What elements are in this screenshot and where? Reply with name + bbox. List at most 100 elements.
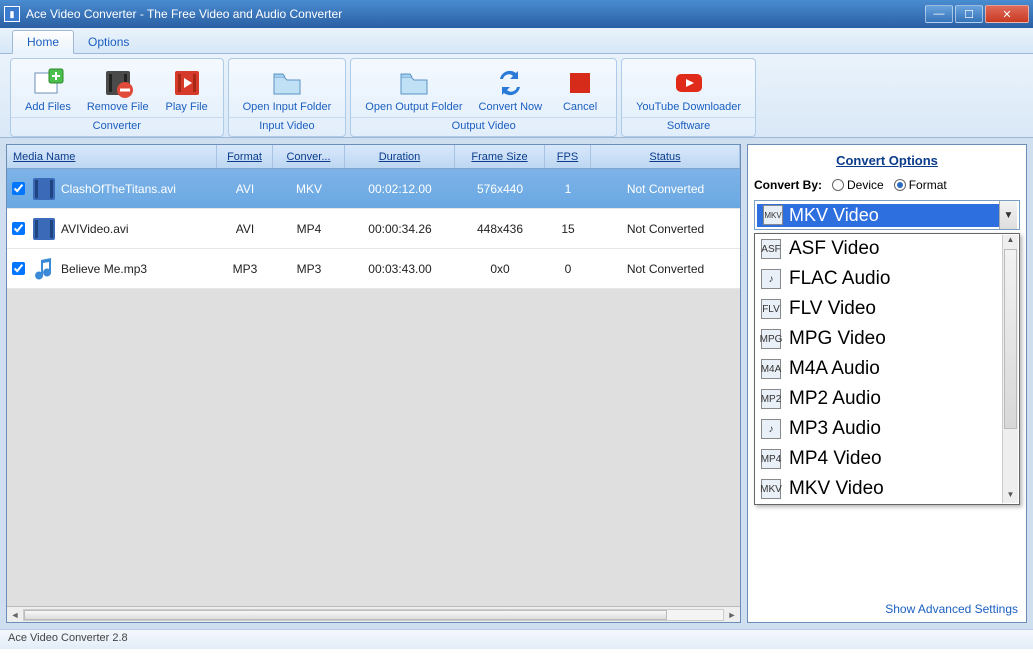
dropdown-item-label: MP3 Audio <box>789 418 881 440</box>
convert-options-pane: Convert Options Convert By: Device Forma… <box>747 144 1027 623</box>
open-input-folder-button[interactable]: Open Input Folder <box>235 65 340 115</box>
scroll-thumb[interactable] <box>1004 249 1017 429</box>
cell-fps: 1 <box>545 182 591 196</box>
format-tag-icon: ♪ <box>761 419 781 439</box>
scroll-thumb[interactable] <box>24 610 667 620</box>
combo-selected: MKV Video <box>789 205 879 226</box>
row-checkbox[interactable] <box>12 262 25 275</box>
empty-area <box>7 289 740 606</box>
app-icon: ▮ <box>4 6 20 22</box>
cell-format: AVI <box>217 222 273 236</box>
scroll-right-icon[interactable]: ► <box>724 610 740 620</box>
cell-frame: 448x436 <box>455 222 545 236</box>
col-frame-size[interactable]: Frame Size <box>455 145 545 168</box>
cell-format: MP3 <box>217 262 273 276</box>
window-title: Ace Video Converter - The Free Video and… <box>26 7 342 21</box>
open-output-folder-button[interactable]: Open Output Folder <box>357 65 470 115</box>
cell-status: Not Converted <box>591 222 740 236</box>
ribbon-group-output: Open Output Folder Convert Now Cancel Ou… <box>350 58 617 137</box>
dropdown-item[interactable]: MPGMPG Video <box>755 324 1019 354</box>
col-duration[interactable]: Duration <box>345 145 455 168</box>
col-status[interactable]: Status <box>591 145 740 168</box>
cell-format: AVI <box>217 182 273 196</box>
tab-options[interactable]: Options <box>74 31 143 53</box>
table-row[interactable]: AVIVideo.aviAVIMP400:00:34.26448x43615No… <box>7 209 740 249</box>
format-tag-icon: MP4 <box>761 449 781 469</box>
maximize-button[interactable]: ☐ <box>955 5 983 23</box>
format-tag-icon: ♪ <box>761 269 781 289</box>
add-file-icon <box>32 67 64 99</box>
format-combo[interactable]: MKV MKV Video ▼ <box>754 200 1020 230</box>
play-file-button[interactable]: Play File <box>157 65 217 115</box>
ribbon-group-input: Open Input Folder Input Video <box>228 58 347 137</box>
cell-media-name: Believe Me.mp3 <box>59 262 217 276</box>
format-tag-icon: MKV <box>761 479 781 499</box>
music-note-icon <box>29 256 59 282</box>
radio-format[interactable]: Format <box>894 178 947 192</box>
dropdown-item[interactable]: ASF ASF Video <box>755 234 1019 264</box>
col-format[interactable]: Format <box>217 145 273 168</box>
ribbon-group-converter: Add Files Remove File Play File Converte… <box>10 58 224 137</box>
dropdown-item-label: FLAC Audio <box>789 268 890 290</box>
dropdown-item[interactable]: MKV MKV Video <box>755 474 1019 504</box>
scroll-up-icon[interactable]: ▲ <box>1003 235 1018 248</box>
chevron-down-icon[interactable]: ▼ <box>999 201 1017 229</box>
ribbon-label-output: Output Video <box>351 117 616 136</box>
radio-device[interactable]: Device <box>832 178 884 192</box>
convert-by-label: Convert By: <box>754 178 822 192</box>
mkv-icon: MKV <box>763 205 783 225</box>
remove-file-icon <box>102 67 134 99</box>
dropdown-item[interactable]: ♪ FLAC Audio <box>755 264 1019 294</box>
titlebar: ▮ Ace Video Converter - The Free Video a… <box>0 0 1033 28</box>
col-media-name[interactable]: Media Name <box>7 145 217 168</box>
dropdown-item-label: FLV Video <box>789 298 876 320</box>
h-scrollbar[interactable]: ◄ ► <box>7 606 740 622</box>
cell-status: Not Converted <box>591 182 740 196</box>
scroll-down-icon[interactable]: ▼ <box>1003 490 1018 503</box>
dropdown-scrollbar[interactable]: ▲ ▼ <box>1002 235 1018 503</box>
folder-icon <box>398 67 430 99</box>
dropdown-item-label: M4A Audio <box>789 358 880 380</box>
show-advanced-settings-link[interactable]: Show Advanced Settings <box>885 602 1018 616</box>
dropdown-item[interactable]: FLV FLV Video <box>755 294 1019 324</box>
dropdown-item[interactable]: MP4MP4 Video <box>755 444 1019 474</box>
play-file-icon <box>171 67 203 99</box>
minimize-button[interactable]: — <box>925 5 953 23</box>
scroll-left-icon[interactable]: ◄ <box>7 610 23 620</box>
col-conver[interactable]: Conver... <box>273 145 345 168</box>
dropdown-item[interactable]: MP2MP2 Audio <box>755 384 1019 414</box>
youtube-icon <box>673 67 705 99</box>
remove-file-button[interactable]: Remove File <box>79 65 157 115</box>
row-checkbox[interactable] <box>12 182 25 195</box>
close-button[interactable]: ✕ <box>985 5 1029 23</box>
cell-duration: 00:02:12.00 <box>345 182 455 196</box>
format-dropdown-list: ASF ASF Video ♪ FLAC Audio FLV FLV Video MPGMP… <box>754 233 1020 505</box>
row-checkbox[interactable] <box>12 222 25 235</box>
film-icon <box>29 176 59 202</box>
ribbon: Add Files Remove File Play File Converte… <box>0 54 1033 138</box>
convert-options-title: Convert Options <box>754 153 1020 168</box>
convert-now-button[interactable]: Convert Now <box>471 65 551 115</box>
dropdown-item-label: ASF Video <box>789 238 879 260</box>
cancel-icon <box>564 67 596 99</box>
ribbon-label-software: Software <box>622 117 755 136</box>
cell-conv: MP3 <box>273 262 345 276</box>
status-bar: Ace Video Converter 2.8 <box>0 629 1033 649</box>
col-fps[interactable]: FPS <box>545 145 591 168</box>
table-row[interactable]: Believe Me.mp3MP3MP300:03:43.000x00Not C… <box>7 249 740 289</box>
cancel-button[interactable]: Cancel <box>550 65 610 115</box>
add-files-button[interactable]: Add Files <box>17 65 79 115</box>
format-tag-icon: ASF <box>761 239 781 259</box>
ribbon-label-converter: Converter <box>11 117 223 136</box>
dropdown-item-label: MKV Video <box>789 478 884 500</box>
dropdown-item[interactable]: M4AM4A Audio <box>755 354 1019 384</box>
format-tag-icon: FLV <box>761 299 781 319</box>
folder-icon <box>271 67 303 99</box>
cell-frame: 576x440 <box>455 182 545 196</box>
dropdown-item[interactable]: ♪ MP3 Audio <box>755 414 1019 444</box>
youtube-downloader-button[interactable]: YouTube Downloader <box>628 65 749 115</box>
film-icon <box>29 216 59 242</box>
cell-frame: 0x0 <box>455 262 545 276</box>
table-row[interactable]: ClashOfTheTitans.aviAVIMKV00:02:12.00576… <box>7 169 740 209</box>
tab-home[interactable]: Home <box>12 30 74 54</box>
